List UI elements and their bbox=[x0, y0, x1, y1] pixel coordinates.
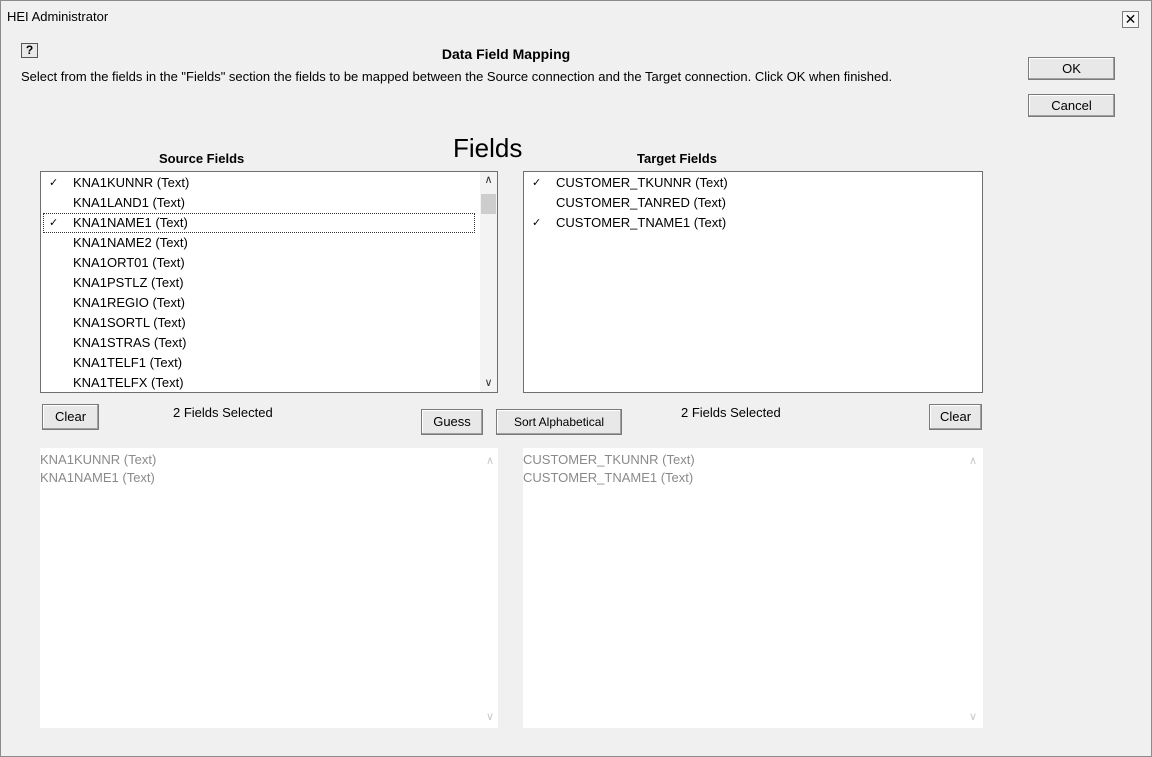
scroll-up-icon[interactable]: ∧ bbox=[969, 454, 977, 467]
list-item-label: KNA1LAND1 (Text) bbox=[73, 195, 185, 210]
cancel-button[interactable]: Cancel bbox=[1028, 94, 1115, 117]
close-icon: ✕ bbox=[1124, 11, 1137, 27]
source-fields-heading: Source Fields bbox=[159, 151, 245, 166]
target-clear-button[interactable]: Clear bbox=[929, 404, 982, 430]
source-clear-button[interactable]: Clear bbox=[42, 404, 99, 430]
list-item-label: KNA1SORTL (Text) bbox=[73, 315, 186, 330]
scroll-down-icon[interactable]: ∨ bbox=[486, 710, 494, 723]
guess-button[interactable]: Guess bbox=[421, 409, 483, 435]
ok-button[interactable]: OK bbox=[1028, 57, 1115, 80]
list-item-label: KNA1TELFX (Text) bbox=[73, 375, 184, 390]
scroll-up-icon[interactable]: ∧ bbox=[486, 454, 494, 467]
source-scrollbar[interactable]: ∧ ∨ bbox=[480, 172, 497, 392]
source-selected-count: 2 Fields Selected bbox=[173, 405, 273, 420]
target-fields-heading: Target Fields bbox=[637, 151, 717, 166]
scroll-thumb[interactable] bbox=[481, 194, 496, 214]
checkmark-icon: ✓ bbox=[49, 177, 59, 189]
checkmark-icon: ✓ bbox=[532, 217, 542, 229]
target-selected-list[interactable]: ∧ ∨ CUSTOMER_TKUNNR (Text) CUSTOMER_TNAME… bbox=[523, 448, 983, 728]
list-item[interactable]: KNA1NAME1 (Text) bbox=[40, 469, 155, 487]
list-item[interactable]: CUSTOMER_TNAME1 (Text) bbox=[523, 469, 693, 487]
help-button[interactable]: ? bbox=[21, 43, 38, 58]
list-item[interactable]: CUSTOMER_TKUNNR (Text) bbox=[523, 451, 695, 469]
list-item-label: KNA1NAME2 (Text) bbox=[73, 235, 188, 250]
list-item-label: KNA1REGIO (Text) bbox=[73, 295, 185, 310]
source-fields-list[interactable]: ∧ ∨ ✓ KNA1KUNNR (Text) KNA1LAND1 (Text) ✓ KN… bbox=[40, 171, 498, 393]
list-item-label: CUSTOMER_TNAME1 (Text) bbox=[556, 215, 727, 230]
list-item-label: KNA1PSTLZ (Text) bbox=[73, 275, 184, 290]
checkmark-icon: ✓ bbox=[49, 217, 59, 229]
scroll-up-icon[interactable]: ∧ bbox=[480, 172, 497, 189]
window-title: HEI Administrator bbox=[7, 9, 109, 24]
target-selected-count: 2 Fields Selected bbox=[681, 405, 781, 420]
scroll-down-icon[interactable]: ∨ bbox=[480, 375, 497, 392]
list-item-label: KNA1STRAS (Text) bbox=[73, 335, 187, 350]
scroll-down-icon[interactable]: ∨ bbox=[969, 710, 977, 723]
list-item-label: CUSTOMER_TKUNNR (Text) bbox=[556, 175, 728, 190]
dialog-window: HEI Administrator ✕ ? Data Field Mapping… bbox=[0, 0, 1152, 757]
title-bar: HEI Administrator ✕ bbox=[1, 1, 1151, 32]
close-button[interactable]: ✕ bbox=[1122, 11, 1139, 28]
checkmark-icon: ✓ bbox=[532, 177, 542, 189]
list-item-label: KNA1ORT01 (Text) bbox=[73, 255, 185, 270]
source-selected-list[interactable]: ∧ ∨ KNA1KUNNR (Text) KNA1NAME1 (Text) bbox=[40, 448, 498, 728]
dialog-title: Data Field Mapping bbox=[441, 46, 571, 62]
list-item-label: KNA1TELF1 (Text) bbox=[73, 355, 183, 370]
instructions-text: Select from the fields in the "Fields" s… bbox=[21, 69, 893, 84]
fields-heading: Fields bbox=[453, 133, 523, 163]
list-item-label: KNA1NAME1 (Text) bbox=[73, 215, 188, 230]
list-item-label: CUSTOMER_TANRED (Text) bbox=[556, 195, 726, 210]
list-item[interactable]: KNA1KUNNR (Text) bbox=[40, 451, 156, 469]
target-fields-list[interactable]: ✓ CUSTOMER_TKUNNR (Text) CUSTOMER_TANRED (… bbox=[523, 171, 983, 393]
list-item-label: KNA1KUNNR (Text) bbox=[73, 175, 190, 190]
sort-alphabetical-button[interactable]: Sort Alphabetical bbox=[496, 409, 622, 435]
